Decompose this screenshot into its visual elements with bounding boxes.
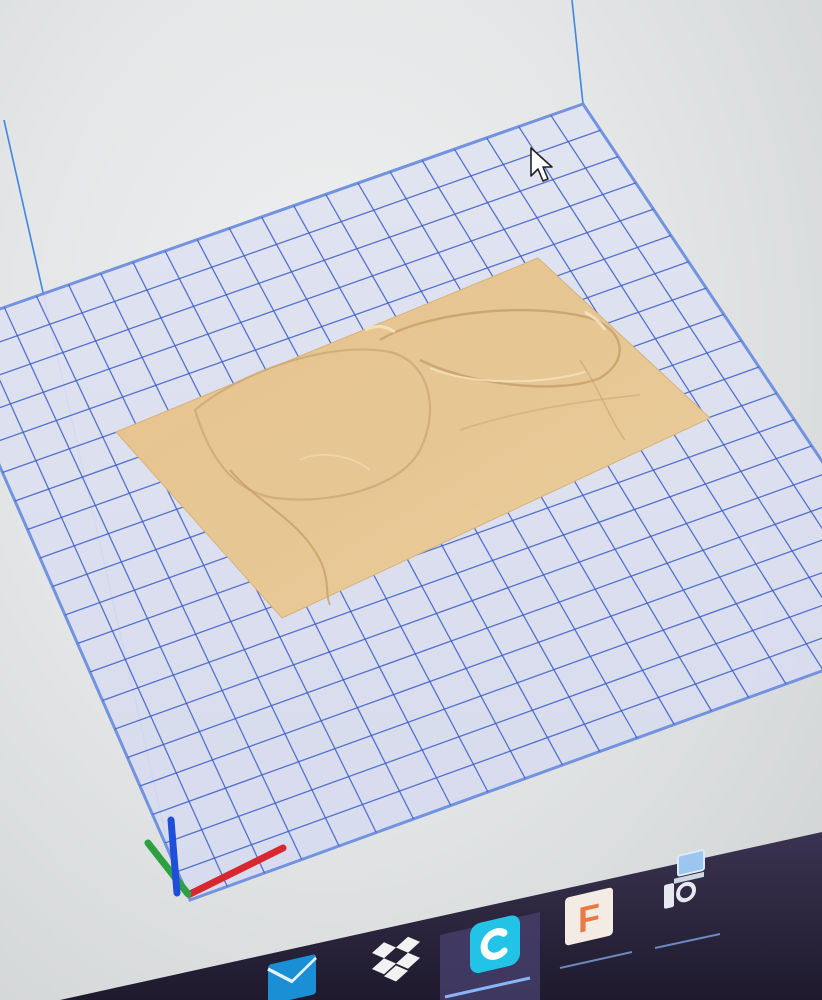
screen: F (0, 0, 822, 1000)
build-volume-edge-back (571, 0, 584, 105)
3d-viewport[interactable]: F (0, 0, 822, 1000)
fusion-icon-label: F (578, 895, 600, 941)
